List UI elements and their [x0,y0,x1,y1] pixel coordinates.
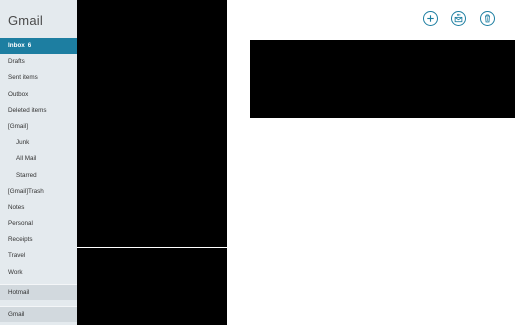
folder-label: Sent items [8,74,38,82]
folder-starred[interactable]: Starred [0,168,77,184]
folder-deleted-items[interactable]: Deleted items [0,103,77,119]
folder-personal[interactable]: Personal [0,216,77,232]
reply-icon [454,13,463,23]
redacted-message-list-footer [77,248,227,325]
folder-label: Inbox [8,42,25,49]
delete-button[interactable] [480,11,495,26]
respond-button[interactable] [451,11,466,26]
folder-label: [Gmail]Trash [8,187,44,195]
account-label: Hotmail [8,289,30,296]
folder-sent-items[interactable]: Sent items [0,70,77,86]
folder-label: Deleted items [8,106,47,114]
folder-label: Outbox [8,90,29,98]
new-message-button[interactable] [423,11,438,26]
folder-label: Junk [16,139,30,147]
plus-icon [427,15,434,22]
folder-gmail-trash[interactable]: [Gmail]Trash [0,184,77,200]
folder-label: All Mail [16,155,37,163]
folder-list: Inbox 6 Drafts Sent items Outbox Deleted … [0,38,77,281]
folder-label: Drafts [8,58,25,66]
folder-drafts[interactable]: Drafts [0,54,77,70]
folder-label: Travel [8,252,26,260]
folder-work[interactable]: Work [0,265,77,281]
folder-all-mail[interactable]: All Mail [0,151,77,167]
folder-label: [Gmail] [8,122,28,130]
folder-label: Personal [8,220,33,228]
trash-icon [484,14,491,23]
account-hotmail[interactable]: Hotmail [0,284,77,300]
folder-label: Starred [16,171,37,179]
app-title: Gmail [8,13,43,28]
folder-receipts[interactable]: Receipts [0,232,77,248]
unread-count: 6 [27,42,32,49]
folder-notes[interactable]: Notes [0,200,77,216]
redacted-message-content [250,40,515,118]
folder-junk[interactable]: Junk [0,135,77,151]
folder-label: Receipts [8,236,33,244]
redacted-message-list [77,0,227,247]
folder-inbox[interactable]: Inbox 6 [0,38,77,55]
folder-outbox[interactable]: Outbox [0,87,77,103]
folder-gmail[interactable]: [Gmail] [0,119,77,135]
account-gmail[interactable]: Gmail [0,306,77,322]
folder-travel[interactable]: Travel [0,248,77,264]
folder-label: Notes [8,203,25,211]
folder-sidebar: Gmail Inbox 6 Drafts Sent items Outbox De… [0,0,77,325]
account-label: Gmail [8,311,25,318]
folder-label: Work [8,268,23,276]
